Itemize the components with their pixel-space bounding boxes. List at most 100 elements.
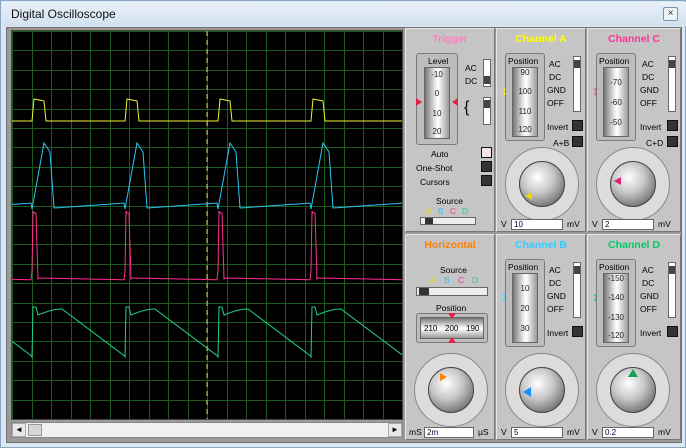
tick-label: 110 bbox=[518, 107, 532, 116]
coupling-label: AC bbox=[642, 265, 654, 275]
knob-pointer-icon bbox=[525, 192, 532, 200]
horizontal-value-field[interactable]: 2m bbox=[424, 427, 474, 438]
horizontal-title: Horizontal bbox=[424, 239, 476, 251]
coupling-label: AC bbox=[549, 265, 561, 275]
knob-pointer-icon bbox=[440, 373, 447, 381]
unit-right-label: mV bbox=[567, 427, 580, 437]
source-c-label: C bbox=[450, 206, 457, 216]
coupling-dc-label: DC bbox=[465, 76, 478, 86]
channel-c-panel: Channel C Position -70 -60 -50 ↕ AC DC G… bbox=[587, 28, 681, 232]
tick-label: -10 bbox=[431, 70, 443, 79]
channel-c-value-field[interactable]: 2 bbox=[602, 219, 654, 230]
position-marker-icon bbox=[448, 313, 456, 319]
close-button[interactable]: × bbox=[663, 7, 678, 21]
channel-a-invert-label: Invert bbox=[547, 122, 569, 132]
channel-b-position-scale[interactable]: 10 20 30 bbox=[512, 273, 538, 343]
channel-c-combine-button[interactable] bbox=[667, 136, 678, 147]
auto-button[interactable] bbox=[481, 147, 492, 158]
tick-label: 100 bbox=[518, 87, 532, 96]
mode-auto-label: Auto bbox=[431, 149, 449, 159]
coupling-label: DC bbox=[642, 278, 655, 288]
trigger-coupling-switch[interactable] bbox=[483, 59, 491, 87]
channel-c-coupling-switch[interactable] bbox=[668, 56, 676, 112]
mode-cursors-label: Cursors bbox=[420, 177, 450, 187]
coupling-label: GND bbox=[547, 291, 566, 301]
channel-d-updown-icon: ↕ bbox=[592, 289, 599, 304]
channel-d-value-field[interactable]: 0.2 bbox=[602, 427, 654, 438]
tick-label: 30 bbox=[520, 324, 530, 333]
tick-label: 200 bbox=[445, 324, 459, 333]
oscilloscope-window: Digital Oscilloscope × ◄ ► Trigger Level bbox=[0, 0, 686, 448]
tick-label: -70 bbox=[610, 78, 622, 87]
coupling-label: OFF bbox=[640, 304, 657, 314]
trigger-level-scale[interactable]: -10 0 10 20 bbox=[424, 67, 450, 139]
unit-left-label: V bbox=[501, 427, 507, 437]
channel-d-panel: Channel D Position -150 -140 -130 -120 ↕… bbox=[587, 234, 681, 440]
coupling-label: OFF bbox=[547, 304, 564, 314]
cursors-button[interactable] bbox=[481, 175, 492, 186]
trigger-edge-switch[interactable] bbox=[483, 97, 491, 125]
channel-c-combine-label: C+D bbox=[646, 138, 664, 148]
tick-label: 10 bbox=[520, 284, 530, 293]
channel-a-value-field[interactable]: 10 bbox=[511, 219, 563, 230]
knob-pointer-icon bbox=[614, 177, 621, 185]
unit-left-label: V bbox=[501, 219, 507, 229]
trigger-title: Trigger bbox=[432, 33, 468, 45]
channel-a-coupling-switch[interactable] bbox=[573, 56, 581, 112]
horizontal-source-label: Source bbox=[440, 265, 467, 275]
unit-right-label: mV bbox=[658, 427, 671, 437]
channel-a-invert-button[interactable] bbox=[572, 120, 583, 131]
channel-d-position-scale[interactable]: -150 -140 -130 -120 bbox=[603, 273, 629, 343]
coupling-label: DC bbox=[549, 72, 562, 82]
level-marker-icon bbox=[452, 98, 458, 106]
coupling-label: DC bbox=[642, 72, 655, 82]
channel-b-coupling-switch[interactable] bbox=[573, 262, 581, 318]
channel-c-invert-button[interactable] bbox=[667, 120, 678, 131]
trigger-panel: Trigger Level -10 0 10 20 AC DC { Auto O… bbox=[405, 28, 495, 232]
channel-b-invert-label: Invert bbox=[547, 328, 569, 338]
coupling-ac-label: AC bbox=[465, 63, 477, 73]
horizontal-position-scale[interactable]: 210 200 190 bbox=[420, 317, 484, 339]
coupling-label: GND bbox=[640, 291, 659, 301]
horizontal-time-knob[interactable] bbox=[428, 367, 474, 413]
channel-a-panel: Channel A Position 90 100 110 120 ↕ AC D… bbox=[496, 28, 586, 232]
tick-label: -60 bbox=[610, 98, 622, 107]
horizontal-scrollbar[interactable]: ◄ ► bbox=[11, 422, 403, 438]
edge-brace-icon: { bbox=[464, 99, 470, 116]
channel-c-invert-label: Invert bbox=[640, 122, 662, 132]
scroll-left-button[interactable]: ◄ bbox=[12, 423, 26, 437]
channel-b-panel: Channel B Position 10 20 30 ↕ AC DC GND … bbox=[496, 234, 586, 440]
coupling-label: GND bbox=[547, 85, 566, 95]
horizontal-position-label: Position bbox=[436, 303, 467, 313]
unit-left-label: V bbox=[592, 219, 598, 229]
tick-label: -150 bbox=[607, 274, 624, 283]
tick-label: -120 bbox=[607, 331, 624, 340]
channel-a-combine-button[interactable] bbox=[572, 136, 583, 147]
channel-d-coupling-switch[interactable] bbox=[668, 262, 676, 318]
channel-b-value-field[interactable]: 5 bbox=[511, 427, 563, 438]
title-bar[interactable]: Digital Oscilloscope × bbox=[2, 2, 686, 26]
waveform-display bbox=[11, 31, 403, 420]
trigger-source-slider[interactable] bbox=[420, 217, 476, 225]
channel-d-invert-button[interactable] bbox=[667, 326, 678, 337]
channel-b-title: Channel B bbox=[515, 239, 567, 251]
scope-body: ◄ ► Trigger Level -10 0 10 20 AC DC { Au… bbox=[6, 27, 682, 443]
scroll-thumb[interactable] bbox=[28, 424, 42, 436]
channel-c-position-scale[interactable]: -70 -60 -50 bbox=[603, 67, 629, 137]
channel-a-volts-knob[interactable] bbox=[519, 161, 565, 207]
unit-right-label: mV bbox=[567, 219, 580, 229]
channel-a-updown-icon: ↕ bbox=[501, 83, 508, 98]
unit-right-label: µS bbox=[478, 427, 489, 437]
channel-d-title: Channel D bbox=[608, 239, 660, 251]
channel-b-invert-button[interactable] bbox=[572, 326, 583, 337]
source-d-label: D bbox=[462, 206, 469, 216]
horizontal-source-slider[interactable] bbox=[416, 287, 488, 296]
scroll-right-button[interactable]: ► bbox=[388, 423, 402, 437]
channel-a-position-scale[interactable]: 90 100 110 120 bbox=[512, 67, 538, 137]
source-a-label: A bbox=[430, 275, 436, 285]
tick-label: 20 bbox=[432, 127, 442, 136]
tick-label: 20 bbox=[520, 304, 530, 313]
unit-right-label: mV bbox=[658, 219, 671, 229]
tick-label: 0 bbox=[434, 89, 440, 98]
one-shot-button[interactable] bbox=[481, 161, 492, 172]
